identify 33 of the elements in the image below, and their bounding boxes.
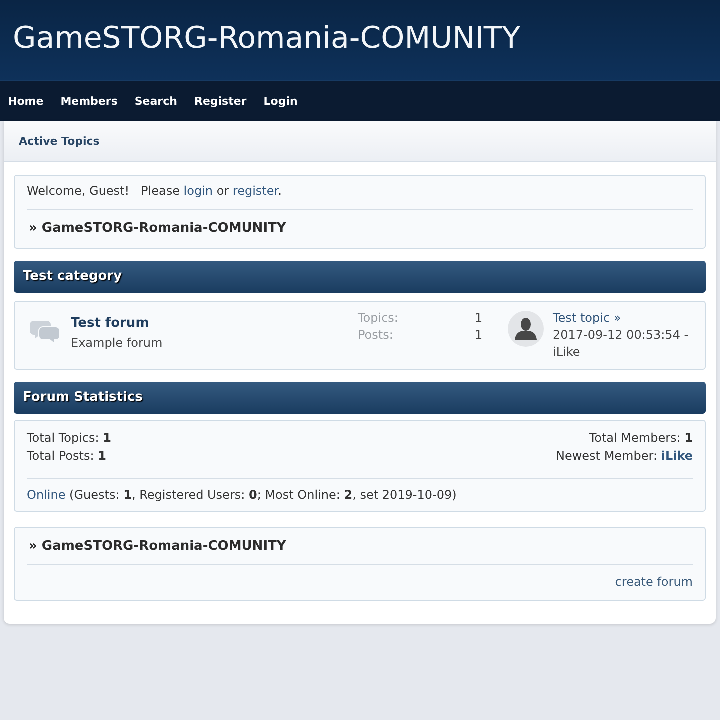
- forum-description: Example forum: [71, 335, 163, 352]
- stat-text: Total Members: 1: [589, 430, 693, 447]
- nav-link[interactable]: Home: [8, 94, 44, 108]
- stat-value: 1: [475, 327, 483, 344]
- create-forum-link[interactable]: create forum: [615, 573, 693, 591]
- user-link[interactable]: iLike: [661, 449, 693, 463]
- topic-link[interactable]: Test topic »: [553, 310, 622, 327]
- post-date: 2017-09-12 00:53:54 -: [553, 327, 689, 344]
- nav-link[interactable]: Search: [134, 94, 178, 108]
- breadcrumb-link[interactable]: » GameSTORG-Romania-COMUNITY: [29, 220, 286, 238]
- stat-text: Total Topics: 1: [27, 430, 112, 447]
- breadcrumb-link[interactable]: » GameSTORG-Romania-COMUNITY: [29, 538, 286, 556]
- nav-link[interactable]: Register: [194, 94, 247, 108]
- category-header: Test category: [14, 261, 706, 293]
- stat-label: Topics:: [358, 310, 398, 327]
- site-title[interactable]: GameSTORG-Romania-COMUNITY: [13, 21, 521, 57]
- chat-bubbles-icon: [30, 319, 60, 344]
- nav-link[interactable]: Members: [60, 94, 118, 108]
- inline-link[interactable]: register: [232, 184, 278, 198]
- subnav-link[interactable]: Active Topics: [19, 134, 100, 148]
- forum-title-link[interactable]: Test forum: [71, 315, 150, 333]
- inline-link[interactable]: login: [184, 184, 214, 198]
- post-author: iLike: [553, 344, 580, 361]
- welcome-message: Welcome, Guest! Please login or register.: [27, 183, 283, 200]
- stat-label: Posts:: [358, 327, 394, 344]
- section-header: Forum Statistics: [14, 382, 706, 414]
- nav-link[interactable]: Login: [264, 94, 298, 108]
- stat-value: 1: [475, 310, 483, 327]
- online-link[interactable]: Online: [27, 488, 66, 502]
- user-avatar-icon: [508, 311, 544, 347]
- stat-sentence: Newest Member: iLike: [556, 448, 693, 465]
- online-stats-text: Online (Guests: 1, Registered Users: 0; Most Online: 2, set 2019-10-09): [27, 487, 458, 504]
- stat-text: Total Posts: 1: [27, 448, 106, 465]
